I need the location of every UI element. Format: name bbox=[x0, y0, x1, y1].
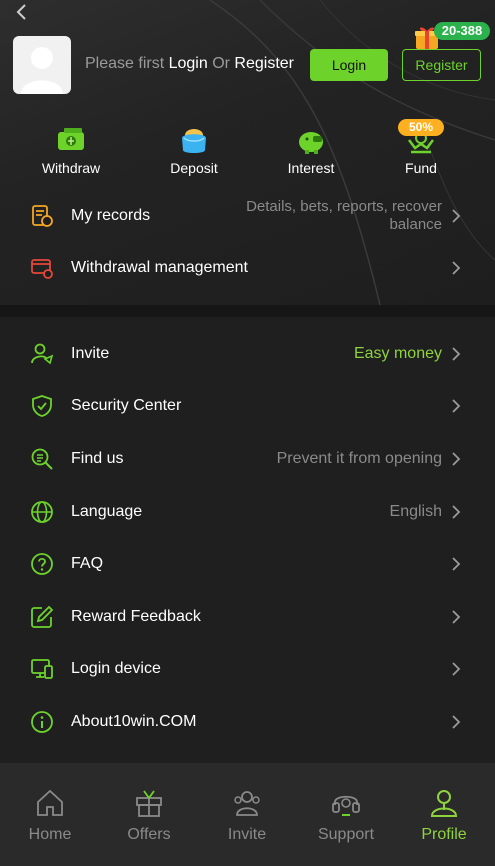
invite-user-icon bbox=[31, 343, 54, 365]
gift-count: 20-388 bbox=[434, 22, 490, 40]
withdraw-icon bbox=[58, 128, 84, 150]
menu-item-invite[interactable]: Invite Easy money bbox=[0, 328, 495, 380]
menu-item-label: Reward Feedback bbox=[71, 608, 201, 625]
devices-icon bbox=[31, 659, 53, 679]
menu-item-reward-feedback[interactable]: Reward Feedback bbox=[0, 591, 495, 643]
menu-item-label: Security Center bbox=[71, 397, 182, 414]
quick-deposit[interactable]: Deposit bbox=[154, 124, 234, 180]
tab-label: Profile bbox=[421, 826, 467, 843]
tab-support[interactable]: Support bbox=[306, 783, 386, 853]
section-divider bbox=[0, 305, 495, 317]
records-icon bbox=[32, 205, 53, 227]
tab-label: Home bbox=[28, 826, 72, 843]
menu-item-value: Easy money bbox=[353, 345, 442, 362]
tab-invite[interactable]: Invite bbox=[207, 783, 287, 853]
menu-item-login-device[interactable]: Login device bbox=[0, 643, 495, 695]
menu-item-about[interactable]: About10win.COM bbox=[0, 696, 495, 748]
menu-item-faq[interactable]: FAQ bbox=[0, 538, 495, 590]
globe-icon bbox=[31, 501, 53, 523]
menu-item-security-center[interactable]: Security Center bbox=[0, 380, 495, 432]
menu-item-value: Prevent it from opening bbox=[276, 450, 442, 467]
tab-label: Invite bbox=[227, 826, 267, 843]
menu-item-find-us[interactable]: Find us Prevent it from opening bbox=[0, 433, 495, 485]
bottom-tab-bar: Home Offers Invite Support Profile bbox=[0, 763, 495, 866]
gift-icon bbox=[136, 790, 162, 817]
menu-item-label: Login device bbox=[71, 660, 161, 677]
menu-item-label: FAQ bbox=[71, 555, 104, 572]
tab-label: Offers bbox=[127, 826, 171, 843]
tab-profile[interactable]: Profile bbox=[404, 783, 484, 853]
chevron-right-icon bbox=[452, 209, 461, 223]
login-link[interactable]: Login bbox=[169, 55, 208, 72]
profile-icon bbox=[430, 790, 458, 817]
piggy-bank-icon bbox=[299, 132, 323, 154]
edit-icon bbox=[31, 605, 54, 628]
chevron-right-icon bbox=[452, 557, 461, 571]
register-link[interactable]: Register bbox=[234, 55, 294, 72]
fund-badge: 50% bbox=[398, 119, 444, 136]
menu-item-withdrawal-management[interactable]: Withdrawal management bbox=[0, 242, 495, 294]
gift-badge[interactable]: 20-388 bbox=[414, 22, 490, 52]
register-button[interactable]: Register bbox=[402, 49, 481, 81]
login-button[interactable]: Login bbox=[310, 49, 388, 81]
chevron-right-icon bbox=[452, 505, 461, 519]
card-settings-icon bbox=[31, 259, 53, 279]
people-icon bbox=[234, 791, 260, 816]
menu-item-label: Withdrawal management bbox=[71, 259, 248, 276]
quick-interest-label: Interest bbox=[287, 160, 335, 176]
menu-item-label: My records bbox=[71, 207, 151, 224]
login-prompt: Please first Login Or Register bbox=[85, 55, 294, 73]
menu-item-label: Language bbox=[71, 503, 143, 520]
headset-icon bbox=[332, 795, 360, 816]
quick-withdraw[interactable]: Withdraw bbox=[31, 124, 111, 180]
quick-deposit-label: Deposit bbox=[170, 160, 218, 176]
default-avatar-icon bbox=[21, 47, 63, 94]
tab-home[interactable]: Home bbox=[10, 783, 90, 853]
menu-item-label: Find us bbox=[71, 450, 124, 467]
login-prompt-or: Or bbox=[207, 55, 235, 72]
chevron-right-icon bbox=[452, 261, 461, 275]
info-icon bbox=[31, 711, 53, 733]
login-prompt-prefix: Please first bbox=[85, 55, 169, 72]
question-icon bbox=[31, 553, 53, 575]
search-document-icon bbox=[31, 448, 53, 470]
back-arrow-icon[interactable] bbox=[10, 2, 34, 22]
quick-interest[interactable]: Interest bbox=[271, 124, 351, 180]
home-icon bbox=[37, 789, 63, 816]
quick-fund-label: Fund bbox=[405, 160, 437, 176]
avatar[interactable] bbox=[13, 36, 71, 94]
menu-item-value: English bbox=[389, 503, 442, 520]
shield-check-icon bbox=[32, 395, 52, 417]
menu-item-language[interactable]: Language English bbox=[0, 486, 495, 538]
tab-offers[interactable]: Offers bbox=[109, 783, 189, 853]
chevron-right-icon bbox=[452, 399, 461, 413]
menu-item-label: About10win.COM bbox=[71, 713, 197, 730]
menu-item-label: Invite bbox=[71, 345, 110, 362]
my-records-description: Details, bets, reports, recover balance bbox=[246, 198, 442, 233]
quick-withdraw-label: Withdraw bbox=[41, 160, 101, 176]
wallet-icon bbox=[182, 129, 206, 153]
chevron-right-icon bbox=[452, 662, 461, 676]
chevron-right-icon bbox=[452, 452, 461, 466]
chevron-right-icon bbox=[452, 715, 461, 729]
tab-label: Support bbox=[317, 826, 375, 843]
chevron-right-icon bbox=[452, 347, 461, 361]
chevron-right-icon bbox=[452, 610, 461, 624]
